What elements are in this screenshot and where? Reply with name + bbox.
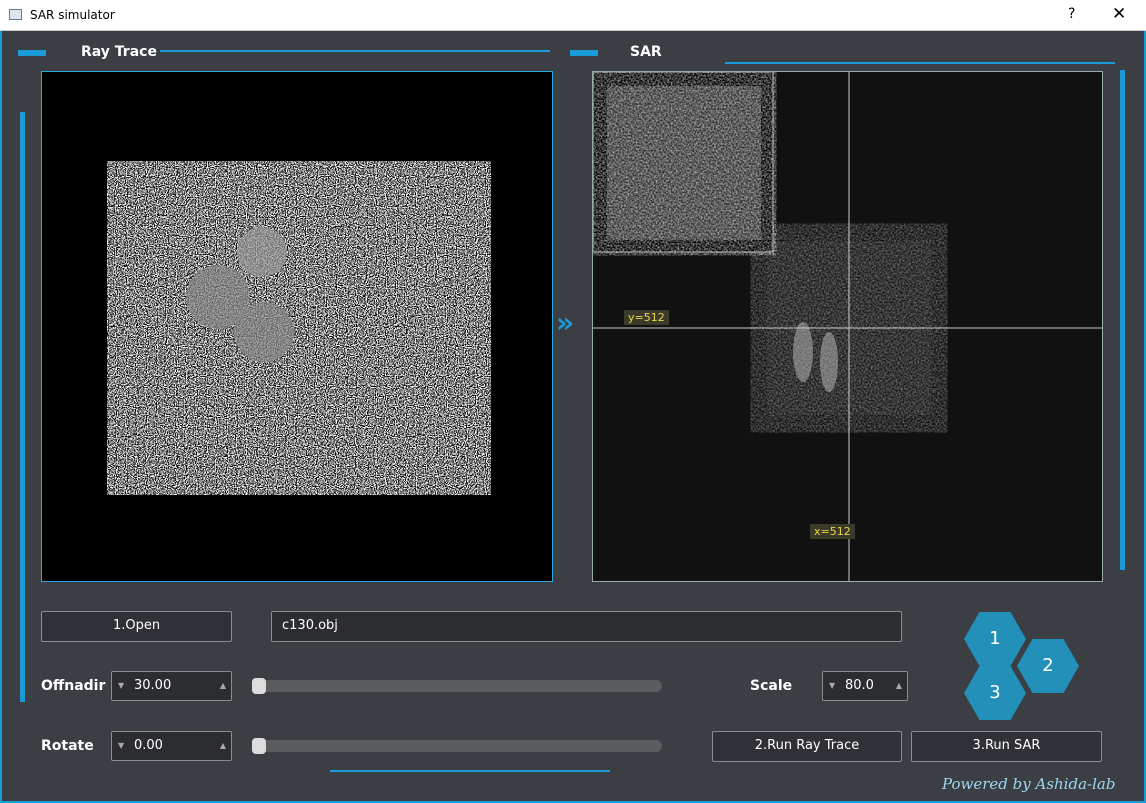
sar-view[interactable]: y=512 x=512 (592, 71, 1103, 582)
offnadir-slider[interactable] (252, 678, 662, 694)
right-accent-bar (1120, 70, 1125, 570)
help-button[interactable]: ? (1068, 6, 1075, 22)
title-bar: SAR simulator ? ✕ (0, 0, 1146, 31)
crosshair-x-label: x=512 (810, 524, 855, 539)
offnadir-value: 30.00 (134, 678, 172, 693)
run-sar-button[interactable]: 3.Run SAR (911, 731, 1102, 762)
corner-accent-2 (570, 50, 598, 56)
offnadir-label: Offnadir (41, 678, 106, 694)
decrement-icon[interactable]: ▼ (829, 672, 835, 700)
object-shape (237, 227, 287, 277)
corner-accent (18, 50, 46, 56)
slider-handle[interactable] (252, 738, 266, 754)
top-accent-line (160, 50, 550, 52)
offnadir-spinbox[interactable]: ▼ 30.00 ▲ (111, 671, 232, 701)
decrement-icon[interactable]: ▼ (118, 672, 124, 700)
scale-spinbox[interactable]: ▼ 80.0 ▲ (822, 671, 908, 701)
sar-title: SAR (630, 44, 662, 60)
scale-label: Scale (750, 678, 793, 694)
rotate-slider[interactable] (252, 738, 662, 754)
crosshair-y-label: y=512 (624, 310, 669, 325)
app-icon (9, 9, 22, 20)
close-button[interactable]: ✕ (1112, 4, 1126, 24)
increment-icon[interactable]: ▲ (896, 672, 902, 700)
run-ray-trace-button[interactable]: 2.Run Ray Trace (712, 731, 902, 762)
top-accent-line-2 (725, 62, 1115, 64)
left-accent-bar (20, 112, 25, 702)
powered-by-text: Powered by Ashida-lab (942, 775, 1116, 793)
bottom-accent-line (330, 770, 610, 772)
rotate-label: Rotate (41, 738, 94, 754)
increment-icon[interactable]: ▲ (220, 732, 226, 760)
ray-trace-title: Ray Trace (81, 44, 157, 60)
slider-handle[interactable] (252, 678, 266, 694)
rotate-spinbox[interactable]: ▼ 0.00 ▲ (111, 731, 232, 761)
decrement-icon[interactable]: ▼ (118, 732, 124, 760)
filename-field[interactable]: c130.obj (271, 611, 902, 642)
open-button[interactable]: 1.Open (41, 611, 232, 642)
ray-trace-image (139, 189, 459, 467)
window-title: SAR simulator (30, 8, 115, 22)
rotate-value: 0.00 (134, 738, 163, 753)
increment-icon[interactable]: ▲ (220, 672, 226, 700)
ray-trace-view[interactable] (41, 71, 553, 582)
sar-image (592, 71, 1102, 581)
scale-value: 80.0 (845, 678, 874, 693)
arrow-right-icon: » (556, 306, 575, 339)
object-shape (234, 302, 294, 362)
